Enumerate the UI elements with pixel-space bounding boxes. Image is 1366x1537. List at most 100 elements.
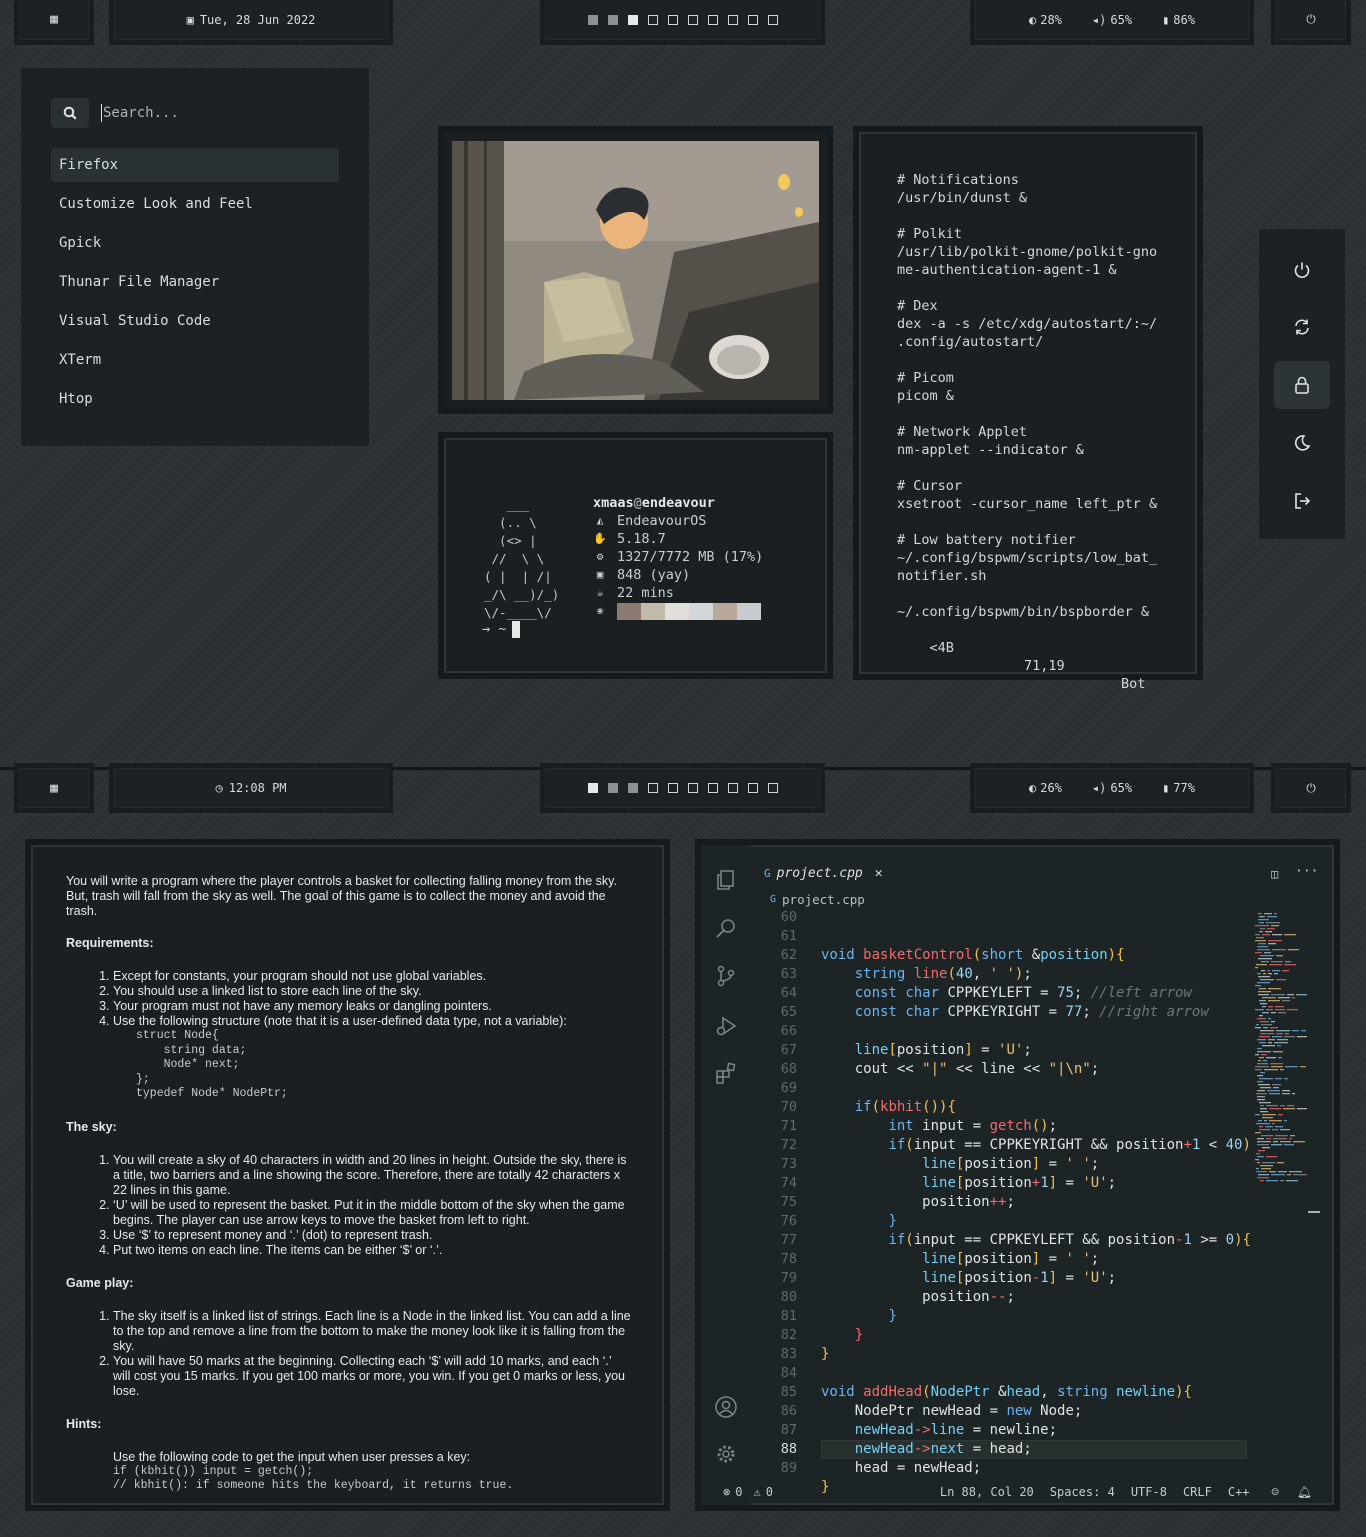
search-icon[interactable] (711, 913, 741, 943)
battery-value: 77% (1173, 781, 1195, 795)
menu-button[interactable]: ▦ (14, 0, 94, 45)
lock-button[interactable] (1274, 361, 1330, 409)
line-endings[interactable]: CRLF (1183, 1485, 1212, 1499)
power-button[interactable]: ⏻ (1271, 0, 1351, 45)
color-palette (617, 602, 761, 620)
cursor-position[interactable]: Ln 88, Col 20 (940, 1485, 1034, 1499)
search-icon (51, 98, 89, 128)
bell-icon[interactable]: 🔔︎ (1297, 1485, 1312, 1499)
tab-label: project.cpp (776, 865, 863, 881)
list-item: You should use a linked list to store ea… (113, 984, 631, 999)
clock-icon: ◷ (215, 781, 223, 795)
workspace-2[interactable] (607, 14, 618, 25)
minimap[interactable] (1253, 913, 1309, 1193)
workspace-2[interactable] (607, 783, 618, 793)
line-number: 80 (780, 1289, 797, 1305)
battery-icon: ▮ (1162, 781, 1170, 795)
split-editor-icon[interactable]: ◫ (1271, 867, 1278, 881)
code-area[interactable]: void basketControl(short &position){ str… (821, 908, 1251, 1535)
power-button-bottom[interactable]: ⏻ (1271, 763, 1351, 813)
grid-icon: ▦ (50, 12, 58, 27)
app-item[interactable]: Firefox (51, 148, 339, 182)
app-launcher: Search... Firefox Customize Look and Feel… (20, 67, 370, 447)
lock-icon (1295, 376, 1309, 394)
hints-heading: Hints: (66, 1416, 102, 1431)
workspace-4[interactable] (647, 783, 658, 793)
extensions-icon[interactable] (711, 1059, 741, 1089)
system-status-bottom: ◐ 26% ◂) 65% ▮ 77% (970, 763, 1254, 813)
at-sign: @ (633, 495, 642, 511)
app-item[interactable]: Gpick (51, 226, 339, 260)
config-line: # Picom (897, 370, 954, 386)
line-number: 62 (780, 947, 797, 963)
shell-prompt[interactable]: → ~ (482, 620, 521, 638)
workspace-1[interactable] (587, 783, 598, 793)
feedback-icon[interactable]: ☺ (1272, 1485, 1279, 1499)
run-debug-icon[interactable] (711, 1011, 741, 1041)
workspace-4[interactable] (647, 14, 658, 25)
config-line (897, 585, 1157, 603)
settings-gear-icon[interactable] (711, 1439, 741, 1469)
language-mode[interactable]: C++ (1228, 1485, 1250, 1499)
clock-widget: ◷ 12:08 PM (109, 763, 393, 813)
workspace-3[interactable] (627, 783, 638, 793)
search-box[interactable]: Search... (51, 97, 341, 129)
encoding[interactable]: UTF-8 (1131, 1485, 1167, 1499)
app-item[interactable]: Thunar File Manager (51, 265, 339, 299)
source-control-icon[interactable] (711, 961, 741, 991)
close-icon[interactable]: ✕ (875, 866, 883, 881)
error-icon: ⊗ (723, 1484, 731, 1499)
line-number: 81 (780, 1308, 797, 1324)
workspace-6[interactable] (687, 14, 698, 25)
more-actions-icon[interactable]: ··· (1295, 864, 1318, 879)
ascii-logo: ___ (.. \ (<> | // \ \ ( | | /| _/\ __)/… (484, 497, 560, 620)
menu-button-bottom[interactable]: ▦ (14, 763, 94, 813)
workspace-9[interactable] (747, 783, 758, 793)
volume-value: 65% (1110, 781, 1133, 795)
workspace-5[interactable] (667, 14, 678, 25)
app-item[interactable]: Htop (51, 382, 339, 416)
workspace-1[interactable] (587, 14, 598, 25)
line-number: 86 (780, 1403, 797, 1419)
system-status: ◐ 28% ◂) 65% ▮ 86% (970, 0, 1254, 45)
app-item[interactable]: Customize Look and Feel (51, 187, 339, 221)
workspace-7[interactable] (707, 14, 718, 25)
suspend-button[interactable] (1274, 419, 1330, 467)
moon-icon (1294, 435, 1311, 451)
breadcrumb[interactable]: G project.cpp (770, 892, 865, 907)
list-item: You will create a sky of 40 characters i… (113, 1153, 631, 1198)
line-number: 84 (780, 1365, 797, 1381)
workspace-10[interactable] (767, 14, 778, 25)
workspace-8[interactable] (727, 14, 738, 25)
indentation[interactable]: Spaces: 4 (1050, 1485, 1115, 1499)
requirements-list: Except for constants, your program shoul… (66, 969, 631, 1029)
search-input[interactable]: Search... (101, 104, 179, 122)
power-menu (1258, 228, 1346, 540)
palette-swatch (617, 602, 641, 620)
workspace-7[interactable] (707, 783, 718, 793)
workspace-5[interactable] (667, 783, 678, 793)
config-line (897, 405, 1157, 423)
tab-project-cpp[interactable]: G project.cpp ✕ (764, 858, 883, 888)
problems-indicator[interactable]: ⊗ 0 ⚠ 0 (723, 1485, 773, 1499)
workspace-10[interactable] (767, 783, 778, 793)
config-line: picom & (897, 388, 954, 404)
brightness-value: 28% (1040, 12, 1062, 27)
config-line: /usr/bin/dunst & (897, 190, 1028, 206)
workspace-8[interactable] (727, 783, 738, 793)
sky-list: You will create a sky of 40 characters i… (66, 1153, 631, 1258)
shutdown-button[interactable] (1274, 246, 1330, 294)
config-line: # Low battery notifier (897, 532, 1076, 548)
app-item[interactable]: Visual Studio Code (51, 304, 339, 338)
account-icon[interactable] (711, 1392, 741, 1422)
fetch-terminal: ___ (.. \ (<> | // \ \ ( | | /| _/\ __)/… (438, 432, 833, 679)
workspace-3[interactable] (627, 14, 638, 25)
logout-button[interactable] (1274, 477, 1330, 525)
workspace-6[interactable] (687, 783, 698, 793)
app-item[interactable]: XTerm (51, 343, 339, 377)
vscode-window: G project.cpp ✕ ◫ ··· G project.cpp 60 61… (695, 839, 1340, 1511)
cpp-file-icon: G (770, 894, 777, 905)
explorer-icon[interactable] (711, 865, 741, 895)
workspace-9[interactable] (747, 14, 758, 25)
reboot-button[interactable] (1274, 303, 1330, 351)
